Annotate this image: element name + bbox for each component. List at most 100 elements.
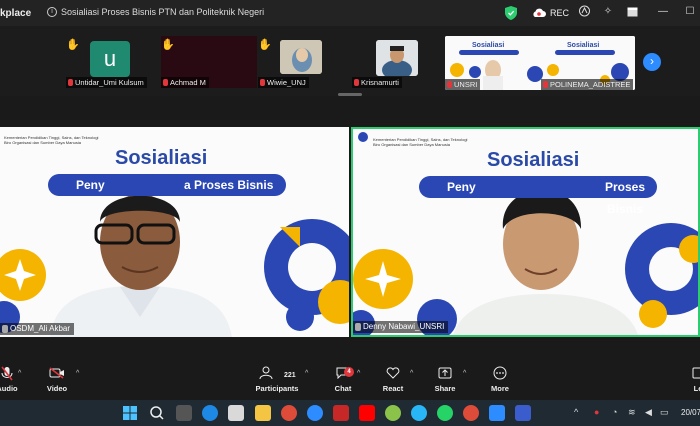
- windows-start-icon[interactable]: [122, 405, 138, 421]
- more-button[interactable]: More: [488, 366, 512, 393]
- muted-mic-icon: [163, 79, 168, 86]
- whatsapp-icon[interactable]: [437, 405, 453, 421]
- participant-tile[interactable]: ✋ Wiwie_UNJ: [258, 36, 328, 88]
- slide-title: Sosialiasi: [487, 149, 580, 171]
- more-label: More: [491, 384, 509, 393]
- tray-security-icon[interactable]: ●: [594, 407, 599, 417]
- slide-subtitle-pill: Peny a Proses Bisnis: [48, 174, 286, 196]
- slide-org-line2: Biro Organisasi dan Sumber Daya Manusia: [373, 142, 450, 147]
- more-icon: [488, 366, 512, 384]
- cloud-drive-icon[interactable]: [385, 405, 401, 421]
- muted-mic-icon: [2, 325, 8, 333]
- rec-indicator[interactable]: REC: [532, 4, 569, 22]
- taskbar-date: 20/07: [681, 408, 700, 417]
- video-tile-left[interactable]: Kementerian Pendidikan Tinggi, Sains, da…: [0, 127, 349, 337]
- react-options-caret[interactable]: ^: [410, 370, 413, 377]
- chat-unread-badge: 4: [344, 367, 354, 377]
- info-icon[interactable]: i: [47, 7, 57, 17]
- video-button[interactable]: Video: [44, 366, 70, 393]
- share-button[interactable]: Share: [433, 366, 457, 393]
- muted-mic-icon: [354, 79, 359, 86]
- participants-count: 221: [283, 372, 296, 379]
- leave-button[interactable]: Le: [688, 366, 700, 393]
- video-tile-right-active-speaker[interactable]: Kementerian Pendidikan Tinggi, Sains, da…: [351, 127, 700, 337]
- muted-mic-icon: [447, 81, 452, 88]
- slide-subtitle-pill: Peny Proses Bisnis: [419, 176, 657, 216]
- participant-name: Untidar_Umi Kulsum: [66, 77, 147, 88]
- heart-icon: [380, 366, 406, 384]
- strip-resize-handle[interactable]: [338, 93, 362, 96]
- zoom-icon[interactable]: [489, 405, 505, 421]
- raised-hand-icon: ✋: [258, 39, 272, 51]
- tray-chevron-icon[interactable]: ^: [574, 407, 578, 417]
- title-bar: kplace i Sosialiasi Proses Bisnis PTN da…: [0, 0, 700, 26]
- participant-tile[interactable]: Krisnamurti: [352, 36, 424, 88]
- participant-video: [280, 40, 322, 74]
- tray-network-icon[interactable]: ◔: [612, 407, 617, 417]
- youtube-icon[interactable]: [359, 405, 375, 421]
- edge-browser-icon[interactable]: [202, 405, 218, 421]
- muted-mic-icon: [355, 323, 361, 331]
- mcafee-icon[interactable]: [333, 405, 349, 421]
- share-screen-icon: [433, 366, 457, 384]
- participant-name: Achmad M: [161, 77, 209, 88]
- svg-text:Sosialiasi: Sosialiasi: [472, 42, 504, 49]
- slide-org-line2: Biro Organisasi dan Sumber Daya Manusia: [4, 140, 81, 145]
- participant-name: POLINEMA_ADISTREE: [541, 79, 634, 90]
- muted-mic-icon: [260, 79, 265, 86]
- video-name-label: OSDM_Ali Akbar: [0, 323, 75, 335]
- participant-tile[interactable]: ✋ u Untidar_Umi Kulsum: [66, 36, 152, 88]
- participants-button[interactable]: 221 Participants: [255, 366, 299, 393]
- participants-icon: 221: [255, 366, 299, 384]
- share-label: Share: [434, 384, 456, 393]
- participants-label: Participants: [255, 384, 299, 393]
- share-options-caret[interactable]: ^: [463, 370, 466, 377]
- slide-title: Sosialiasi: [115, 147, 208, 169]
- participants-options-caret[interactable]: ^: [305, 370, 308, 377]
- windows-taskbar: ^ ● ◔ ≋ ◀ ▭: [0, 400, 700, 426]
- participant-name: UNSRI: [445, 79, 481, 90]
- rec-label: REC: [550, 8, 570, 18]
- audio-label: Audio: [0, 384, 18, 393]
- leave-icon: [688, 366, 700, 384]
- shared-screen-thumbnail[interactable]: Sosialiasi Sosialiasi UNSRI POLINEMA_ADI…: [445, 36, 635, 90]
- app-name: kplace: [0, 8, 32, 19]
- video-label: Video: [46, 384, 68, 393]
- react-label: React: [382, 384, 404, 393]
- leave-label: Le: [693, 384, 700, 393]
- svg-text:Sosialiasi: Sosialiasi: [567, 42, 599, 49]
- raised-hand-icon: ✋: [161, 39, 175, 51]
- app-icon[interactable]: [515, 405, 531, 421]
- participant-name: Wiwie_UNJ: [258, 77, 309, 88]
- participant-video: [376, 40, 418, 76]
- store-icon[interactable]: [228, 405, 244, 421]
- minimize-icon[interactable]: —: [656, 4, 670, 18]
- search-icon[interactable]: [149, 405, 165, 421]
- video-name-label: Denny Nabawi_UNSRI: [353, 321, 449, 333]
- camera-off-icon: [44, 366, 70, 384]
- maximize-icon[interactable]: ☐: [683, 4, 697, 18]
- security-shield-icon[interactable]: [505, 4, 517, 22]
- help-icon[interactable]: [307, 405, 323, 421]
- telegram-icon[interactable]: [411, 405, 427, 421]
- audio-options-caret[interactable]: ^: [18, 370, 21, 377]
- caption-icon[interactable]: [577, 4, 591, 18]
- chrome-icon[interactable]: [281, 405, 297, 421]
- participant-tile[interactable]: ✋ Achmad M: [161, 36, 257, 88]
- tray-volume-icon[interactable]: ◀: [645, 407, 652, 418]
- task-view-icon[interactable]: [176, 405, 192, 421]
- participant-name: Krisnamurti: [352, 77, 402, 88]
- tray-wifi-icon[interactable]: ≋: [628, 407, 636, 418]
- next-page-button[interactable]: ›: [643, 53, 661, 71]
- ai-companion-icon[interactable]: ✧: [601, 4, 615, 18]
- chat-options-caret[interactable]: ^: [357, 370, 360, 377]
- file-explorer-icon[interactable]: [255, 405, 271, 421]
- zoom-window: kplace i Sosialiasi Proses Bisnis PTN da…: [0, 0, 700, 426]
- chrome-icon[interactable]: [463, 405, 479, 421]
- cloud-icon: [533, 8, 546, 17]
- chat-label: Chat: [334, 384, 352, 393]
- tray-battery-icon[interactable]: ▭: [660, 407, 669, 418]
- calendar-icon[interactable]: [625, 4, 639, 18]
- react-button[interactable]: React: [380, 366, 406, 393]
- video-options-caret[interactable]: ^: [76, 370, 79, 377]
